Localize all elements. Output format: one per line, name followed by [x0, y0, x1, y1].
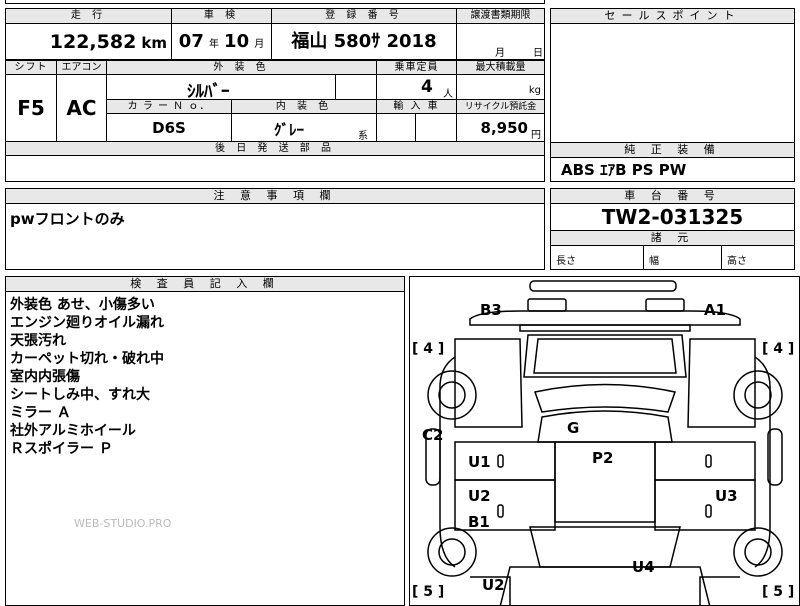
- import-header: 輸 入 車: [376, 100, 456, 114]
- ac-header: エアコン: [56, 61, 106, 75]
- registration-value: 福山 580ｻ 2018: [291, 31, 437, 52]
- ac-value: AC: [56, 75, 106, 141]
- shift-header: シフト: [6, 61, 56, 75]
- recycle-unit: 円: [531, 130, 541, 141]
- equipment-value: ABS ｴｱB PS PW: [561, 161, 687, 179]
- label-u3: U3: [715, 487, 738, 505]
- mileage-header: 走 行: [6, 9, 171, 24]
- chassis-header: 車 台 番 号: [551, 189, 794, 204]
- inspection-year: 07: [178, 31, 204, 52]
- inspection-month-unit: 月: [254, 39, 265, 50]
- length-label: 長さ: [556, 256, 576, 267]
- remark-item: ミラー Ａ: [10, 405, 71, 421]
- remark-item: カーペット切れ・破れ中: [10, 351, 164, 367]
- remark-item: 社外アルミホイール: [10, 423, 136, 439]
- inspection-header: 車 検: [171, 9, 271, 24]
- label-b1: B1: [468, 513, 490, 531]
- transfer-deadline-header: 譲渡書類期限: [456, 9, 544, 24]
- color-no-header: カ ラ ー Ｎ ｏ．: [106, 100, 231, 114]
- car-outline: [425, 280, 783, 605]
- interior-value: ｸﾞﾚｰ: [274, 121, 305, 139]
- label-u4: U4: [632, 558, 655, 576]
- notes-box: 注 意 事 項 欄 pwフロントのみ: [5, 188, 545, 270]
- later-parts-box: [5, 155, 545, 182]
- recycle-value: 8,950: [480, 119, 528, 137]
- inspector-header: 検 査 員 記 入 欄: [6, 277, 404, 292]
- watermark: WEB-STUDIO.PRO: [74, 517, 172, 530]
- remarks-list: 外装色 あせ、小傷多い エンジン廻りオイル漏れ 天張汚れ カーペット切れ・破れ中…: [6, 292, 404, 458]
- dims-header: 諸 元: [551, 231, 794, 246]
- top-cutoff-strip: [5, 0, 545, 4]
- later-parts-header: 後 日 発 送 部 品: [6, 141, 544, 155]
- label-g: G: [567, 419, 580, 437]
- max-load-header: 最大積載量: [456, 61, 544, 75]
- exterior-header: 外 装 色: [106, 61, 376, 75]
- notes-value: pwフロントのみ: [10, 210, 125, 228]
- label-u2-left: U2: [468, 487, 491, 505]
- tire-count-front-right: [ 4 ]: [762, 341, 795, 357]
- chassis-box: 車 台 番 号 TW2-031325 諸 元 長さ 幅 高さ: [550, 188, 795, 270]
- recycle-cell: 8,950 円: [456, 114, 544, 141]
- remark-item: Ｒスポイラー Ｐ: [10, 441, 113, 457]
- max-load-cell: kg: [456, 75, 544, 100]
- remark-item: 室内内張傷: [10, 369, 80, 385]
- dims-row: 長さ 幅 高さ: [551, 246, 794, 270]
- exterior-cell: ｼﾙﾊﾞｰ: [106, 75, 376, 102]
- inspection-year-unit: 年: [208, 39, 219, 50]
- registration-header: 登 録 番 号: [271, 9, 456, 24]
- interior-suffix: 系: [358, 131, 368, 142]
- inspection-cell: 07 年 10 月: [171, 24, 271, 59]
- inspection-month: 10: [224, 31, 250, 52]
- label-u2-bottom: U2: [482, 576, 505, 594]
- label-p2: P2: [592, 449, 614, 467]
- mileage-unit: km: [141, 34, 167, 52]
- label-b3: B3: [480, 301, 502, 319]
- equipment-box: 純 正 装 備 ABS ｴｱB PS PW: [550, 142, 795, 182]
- sales-point-header: セールスポイント: [551, 9, 794, 24]
- label-a1: A1: [704, 301, 727, 319]
- capacity-unit: 人: [443, 89, 453, 100]
- transfer-deadline-cell: 月 日: [456, 24, 544, 59]
- sales-point-box: セールスポイント: [550, 8, 795, 156]
- tire-count-front-left: [ 4 ]: [412, 341, 445, 357]
- interior-header: 内 装 色: [231, 100, 376, 114]
- tire-count-rear-left: [ 5 ]: [412, 584, 445, 600]
- shift-value: F5: [17, 96, 45, 120]
- capacity-value: 4: [421, 77, 433, 97]
- inspector-box: 検 査 員 記 入 欄 外装色 あせ、小傷多い エンジン廻りオイル漏れ 天張汚れ…: [5, 276, 405, 606]
- spec-table: シフト エアコン 外 装 色 乗車定員 最大積載量 F5 AC ｼﾙﾊﾞｰ 4 …: [5, 60, 545, 156]
- mileage-value: 122,582: [49, 31, 137, 53]
- recycle-header: リサイクル預託金: [456, 100, 544, 114]
- height-label: 高さ: [727, 256, 747, 267]
- notes-header: 注 意 事 項 欄: [6, 189, 544, 204]
- remark-item: エンジン廻りオイル漏れ: [10, 315, 164, 331]
- car-diagram-box: B3 A1 [ 4 ] [ 4 ] G C2 P2 U1 U2 U3 B1 U4…: [409, 276, 800, 606]
- label-u1: U1: [468, 453, 491, 471]
- remark-item: シートしみ中、すれ大: [10, 387, 150, 403]
- color-no-value: D6S: [106, 114, 231, 141]
- label-c2: C2: [422, 426, 444, 444]
- max-load-unit: kg: [528, 85, 541, 96]
- transfer-day-unit: 日: [533, 48, 543, 59]
- tire-count-rear-right: [ 5 ]: [762, 584, 795, 600]
- mileage-cell: 122,582 km: [6, 24, 171, 59]
- transfer-month-unit: 月: [495, 48, 505, 59]
- import-cell: [376, 114, 456, 141]
- interior-cell: ｸﾞﾚｰ 系: [231, 114, 376, 142]
- width-label: 幅: [649, 256, 659, 267]
- remark-item: 天張汚れ: [10, 333, 66, 349]
- exterior-value: ｼﾙﾊﾞｰ: [187, 82, 230, 102]
- equipment-header: 純 正 装 備: [551, 143, 794, 158]
- remark-item: 外装色 あせ、小傷多い: [10, 297, 155, 313]
- capacity-cell: 4 人: [376, 75, 456, 100]
- registration-cell: 福山 580ｻ 2018: [271, 24, 456, 59]
- vehicle-info-table: 走 行 車 検 登 録 番 号 譲渡書類期限 122,582 km 07 年 1…: [5, 8, 545, 60]
- chassis-value: TW2-031325: [551, 204, 794, 231]
- capacity-header: 乗車定員: [376, 61, 456, 75]
